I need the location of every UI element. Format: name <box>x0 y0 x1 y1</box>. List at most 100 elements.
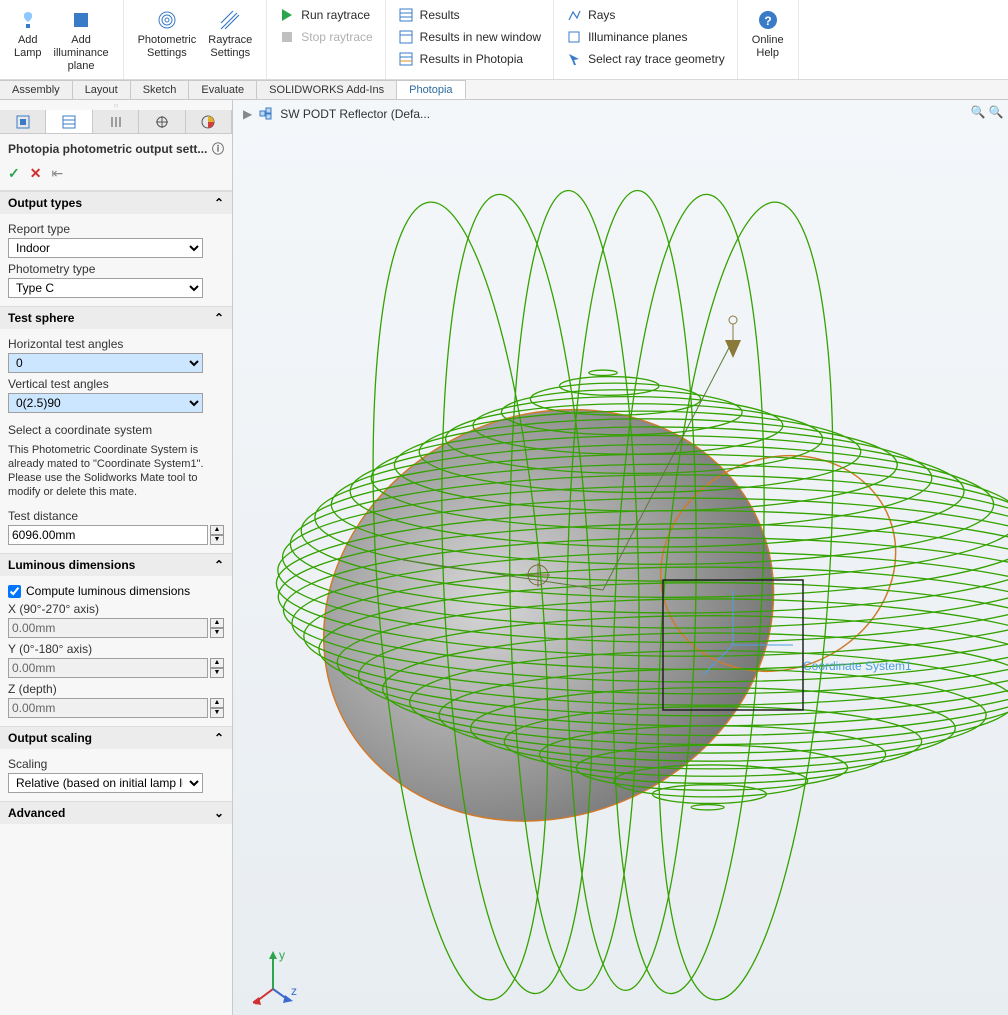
section-test-sphere[interactable]: Test sphere ⌃ <box>0 307 232 329</box>
svg-text:?: ? <box>764 14 771 28</box>
cancel-button[interactable]: ✕ <box>30 165 42 182</box>
panel-tab-1[interactable] <box>0 110 46 133</box>
lum-y-input <box>8 658 208 678</box>
raytrace-settings-button[interactable]: Raytrace Settings <box>202 4 258 64</box>
section-advanced[interactable]: Advanced ⌄ <box>0 802 232 824</box>
panel-title: Photopia photometric output sett... <box>8 142 207 156</box>
ribbon: Add Lamp Add illuminance plane Photometr… <box>0 0 1008 80</box>
tab-evaluate[interactable]: Evaluate <box>189 80 257 99</box>
photometric-settings-button[interactable]: Photometric Settings <box>132 4 203 64</box>
svg-text:x: x <box>253 1000 257 1005</box>
rays-icon <box>566 7 582 23</box>
lum-y-down[interactable]: ▼ <box>210 668 224 678</box>
lum-x-input <box>8 618 208 638</box>
test-distance-down[interactable]: ▼ <box>210 535 224 545</box>
chevron-up-icon: ⌃ <box>214 558 224 572</box>
report-type-label: Report type <box>8 222 224 236</box>
lum-y-up[interactable]: ▲ <box>210 658 224 668</box>
stop-icon <box>279 29 295 45</box>
horizontal-test-angles-select[interactable]: 0 <box>8 353 203 373</box>
plane-icon <box>69 8 93 32</box>
stop-raytrace-button: Stop raytrace <box>275 28 376 46</box>
lum-x-down[interactable]: ▼ <box>210 628 224 638</box>
pin-button[interactable]: ⇤ <box>51 165 63 182</box>
svg-text:y: y <box>279 948 285 962</box>
lum-z-input <box>8 698 208 718</box>
tab-solidworks-addins[interactable]: SOLIDWORKS Add-Ins <box>257 80 397 99</box>
run-raytrace-button[interactable]: Run raytrace <box>275 6 376 24</box>
accept-button[interactable]: ✓ <box>8 165 20 182</box>
lum-x-label: X (90°-270° axis) <box>8 602 224 616</box>
panel-tab-5[interactable] <box>186 110 232 133</box>
photometry-type-select[interactable]: Type C <box>8 278 203 298</box>
results-photopia-icon <box>398 51 414 67</box>
photometric-icon <box>155 8 179 32</box>
orientation-triad[interactable]: y x z <box>253 945 313 1005</box>
section-output-types[interactable]: Output types ⌃ <box>0 192 232 214</box>
svg-text:z: z <box>291 984 297 998</box>
lum-z-down[interactable]: ▼ <box>210 708 224 718</box>
chevron-up-icon: ⌃ <box>214 731 224 745</box>
section-luminous-dimensions[interactable]: Luminous dimensions ⌃ <box>0 554 232 576</box>
test-distance-up[interactable]: ▲ <box>210 525 224 535</box>
lum-x-up[interactable]: ▲ <box>210 618 224 628</box>
lum-z-up[interactable]: ▲ <box>210 698 224 708</box>
illuminance-planes-button[interactable]: Illuminance planes <box>562 28 729 46</box>
select-ray-geometry-button[interactable]: Select ray trace geometry <box>562 50 729 68</box>
add-illuminance-plane-button[interactable]: Add illuminance plane <box>48 4 115 77</box>
vertical-test-angles-label: Vertical test angles <box>8 377 224 391</box>
results-window-icon <box>398 29 414 45</box>
side-panel: ○ Photopia photometric output sett... ⓘ … <box>0 100 233 1015</box>
report-type-select[interactable]: Indoor <box>8 238 203 258</box>
test-distance-label: Test distance <box>8 509 224 523</box>
document-tabbar: Assembly Layout Sketch Evaluate SOLIDWOR… <box>0 80 1008 100</box>
online-help-button[interactable]: ? Online Help <box>746 4 790 64</box>
results-icon <box>398 7 414 23</box>
chevron-down-icon: ⌄ <box>214 806 224 820</box>
panel-tab-4[interactable] <box>139 110 185 133</box>
play-icon <box>279 7 295 23</box>
panel-tab-3[interactable] <box>93 110 139 133</box>
test-distance-input[interactable] <box>8 525 208 545</box>
tab-photopia[interactable]: Photopia <box>397 80 465 99</box>
horizontal-test-angles-label: Horizontal test angles <box>8 337 224 351</box>
add-lamp-button[interactable]: Add Lamp <box>8 4 48 64</box>
chevron-up-icon: ⌃ <box>214 196 224 210</box>
help-icon[interactable]: ⓘ <box>212 140 224 157</box>
model-view[interactable]: Coordinate System1 <box>233 130 1008 1010</box>
zoom-tool-2[interactable]: 🔍 <box>988 104 1004 120</box>
cursor-icon <box>566 51 582 67</box>
lum-y-label: Y (0°-180° axis) <box>8 642 224 656</box>
results-photopia-button[interactable]: Results in Photopia <box>394 50 545 68</box>
panel-tab-2[interactable] <box>46 110 92 133</box>
compute-luminous-checkbox-row[interactable]: Compute luminous dimensions <box>8 584 224 598</box>
tab-sketch[interactable]: Sketch <box>131 80 190 99</box>
panel-title-row: Photopia photometric output sett... ⓘ <box>0 134 232 161</box>
scaling-select[interactable]: Relative (based on initial lamp lu <box>8 773 203 793</box>
breadcrumb-arrow-icon[interactable]: ▶ <box>243 107 252 121</box>
lamp-icon <box>16 8 40 32</box>
panel-tabs <box>0 110 232 134</box>
results-button[interactable]: Results <box>394 6 545 24</box>
coord-system-note: This Photometric Coordinate System is al… <box>8 443 224 499</box>
planes-icon <box>566 29 582 45</box>
section-output-scaling[interactable]: Output scaling ⌃ <box>0 727 232 749</box>
rays-button[interactable]: Rays <box>562 6 729 24</box>
raytrace-settings-icon <box>218 8 242 32</box>
tab-layout[interactable]: Layout <box>73 80 131 99</box>
assembly-icon <box>258 106 274 122</box>
zoom-tool-1[interactable]: 🔍 <box>970 104 986 120</box>
tab-assembly[interactable]: Assembly <box>0 80 73 99</box>
results-new-window-button[interactable]: Results in new window <box>394 28 545 46</box>
photometry-type-label: Photometry type <box>8 262 224 276</box>
viewport[interactable]: 🔍 🔍 ▶ SW PODT Reflector (Defa... <box>233 100 1008 1015</box>
vertical-test-angles-select[interactable]: 0(2.5)90 <box>8 393 203 413</box>
coord-system-label: Coordinate System1 <box>803 659 912 673</box>
help-icon: ? <box>756 8 780 32</box>
chevron-up-icon: ⌃ <box>214 311 224 325</box>
breadcrumb-item[interactable]: SW PODT Reflector (Defa... <box>280 107 430 121</box>
lum-z-label: Z (depth) <box>8 682 224 696</box>
compute-luminous-checkbox[interactable] <box>8 585 21 598</box>
coord-select-label: Select a coordinate system <box>8 423 224 437</box>
scaling-label: Scaling <box>8 757 224 771</box>
